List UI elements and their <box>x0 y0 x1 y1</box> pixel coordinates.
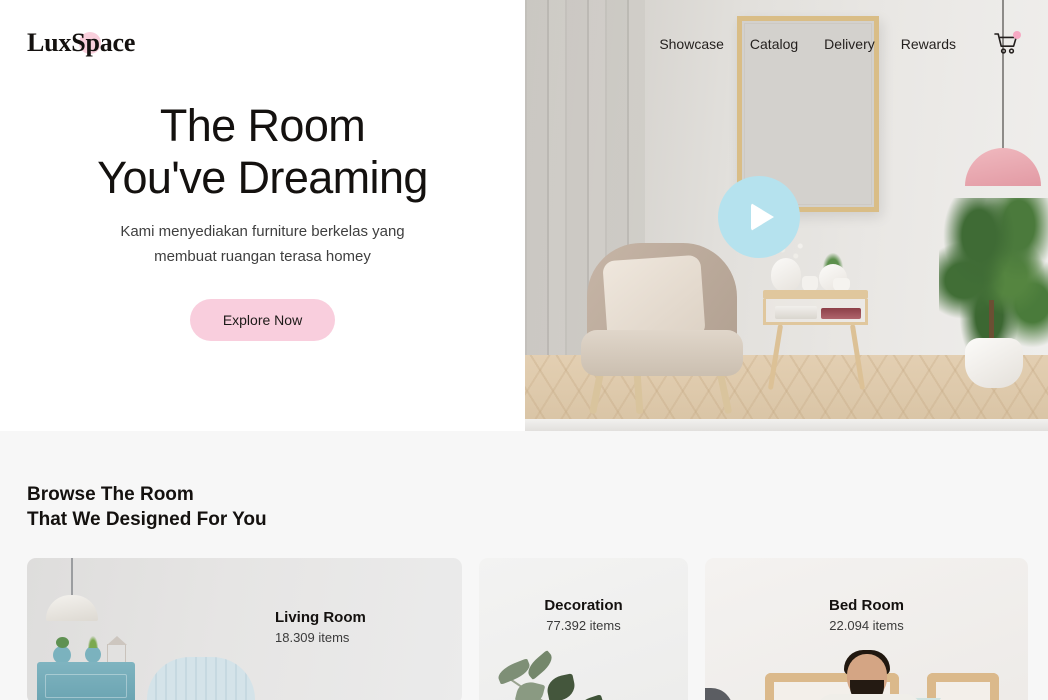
hero-title-line1: The Room <box>159 100 366 151</box>
cart-badge-dot <box>1013 31 1021 39</box>
hero-section: LuxSpace Showcase Catalog Delivery Rewar… <box>0 0 1048 431</box>
hero-copy: The Room You've Dreaming Kami menyediaka… <box>0 100 525 341</box>
potted-plant <box>85 633 101 663</box>
category-card-decoration[interactable]: Decoration 77.392 items <box>479 557 688 700</box>
armchair-seat <box>581 330 743 376</box>
logo-text-suffix: pace <box>85 28 136 57</box>
card-label: Bed Room 22.094 items <box>705 597 1028 633</box>
books-stack <box>775 306 817 319</box>
side-table-top <box>763 290 868 299</box>
play-video-button[interactable] <box>718 176 800 258</box>
books-stack <box>821 308 861 319</box>
hero-title: The Room You've Dreaming <box>0 100 525 204</box>
hero-subtitle-line2: membuat ruangan terasa homey <box>154 247 371 265</box>
nav-item-rewards[interactable]: Rewards <box>901 36 956 52</box>
landing-page: LuxSpace Showcase Catalog Delivery Rewar… <box>0 0 1048 700</box>
category-card-living-room[interactable]: Living Room 18.309 items <box>27 557 462 700</box>
browse-heading-line2: That We Designed For You <box>27 509 267 531</box>
browse-heading: Browse The Room That We Designed For You <box>27 431 1021 533</box>
card-item-count: 22.094 items <box>829 617 904 633</box>
eucalyptus-branch <box>493 649 643 700</box>
cart-button[interactable] <box>994 31 1021 56</box>
category-card-list: Living Room 18.309 items Decoration 77.3… <box>27 557 1028 700</box>
card-title: Living Room <box>275 608 366 626</box>
vase <box>771 258 801 292</box>
nav-item-showcase[interactable]: Showcase <box>659 36 724 52</box>
pendant-lamp-icon <box>46 594 98 621</box>
brand-logo[interactable]: LuxSpace <box>27 28 135 58</box>
main-navigation: Showcase Catalog Delivery Rewards <box>659 31 1021 56</box>
card-title: Bed Room <box>829 596 904 614</box>
logo-text-accent: S <box>71 28 86 57</box>
nav-item-delivery[interactable]: Delivery <box>824 36 875 52</box>
plant-pot <box>965 338 1023 388</box>
dresser <box>37 661 135 700</box>
play-icon <box>750 203 774 231</box>
lamp-cord <box>71 557 73 598</box>
baseboard <box>525 419 1048 431</box>
pendant-lamp-cord <box>1002 0 1004 152</box>
browse-heading-line1: Browse The Room <box>27 484 194 505</box>
card-label: Decoration 77.392 items <box>479 597 688 633</box>
leaf <box>573 693 609 700</box>
browse-section: Browse The Room That We Designed For You… <box>0 431 1048 700</box>
house-ornament <box>107 635 127 664</box>
leaf <box>514 678 546 700</box>
hero-title-line2: You've Dreaming <box>97 152 428 204</box>
hero-subtitle: Kami menyediakan furniture berkelas yang… <box>0 220 525 269</box>
desk-lamp <box>705 687 733 700</box>
accent-chair <box>147 656 255 700</box>
potted-plant <box>53 636 71 664</box>
card-item-count: 77.392 items <box>546 617 621 633</box>
card-item-count: 18.309 items <box>275 629 350 645</box>
bed-headboard <box>927 672 999 700</box>
hero-subtitle-line1: Kami menyediakan furniture berkelas yang <box>120 223 405 241</box>
card-title: Decoration <box>544 596 623 614</box>
logo-text-prefix: Lux <box>27 28 72 57</box>
leaf <box>544 672 578 700</box>
nav-item-catalog[interactable]: Catalog <box>750 36 798 52</box>
card-label: Living Room 18.309 items <box>275 609 366 645</box>
category-card-bed-room[interactable]: Bed Room 22.094 items <box>705 557 1028 700</box>
person-body <box>817 693 921 700</box>
explore-now-button[interactable]: Explore Now <box>189 298 336 341</box>
